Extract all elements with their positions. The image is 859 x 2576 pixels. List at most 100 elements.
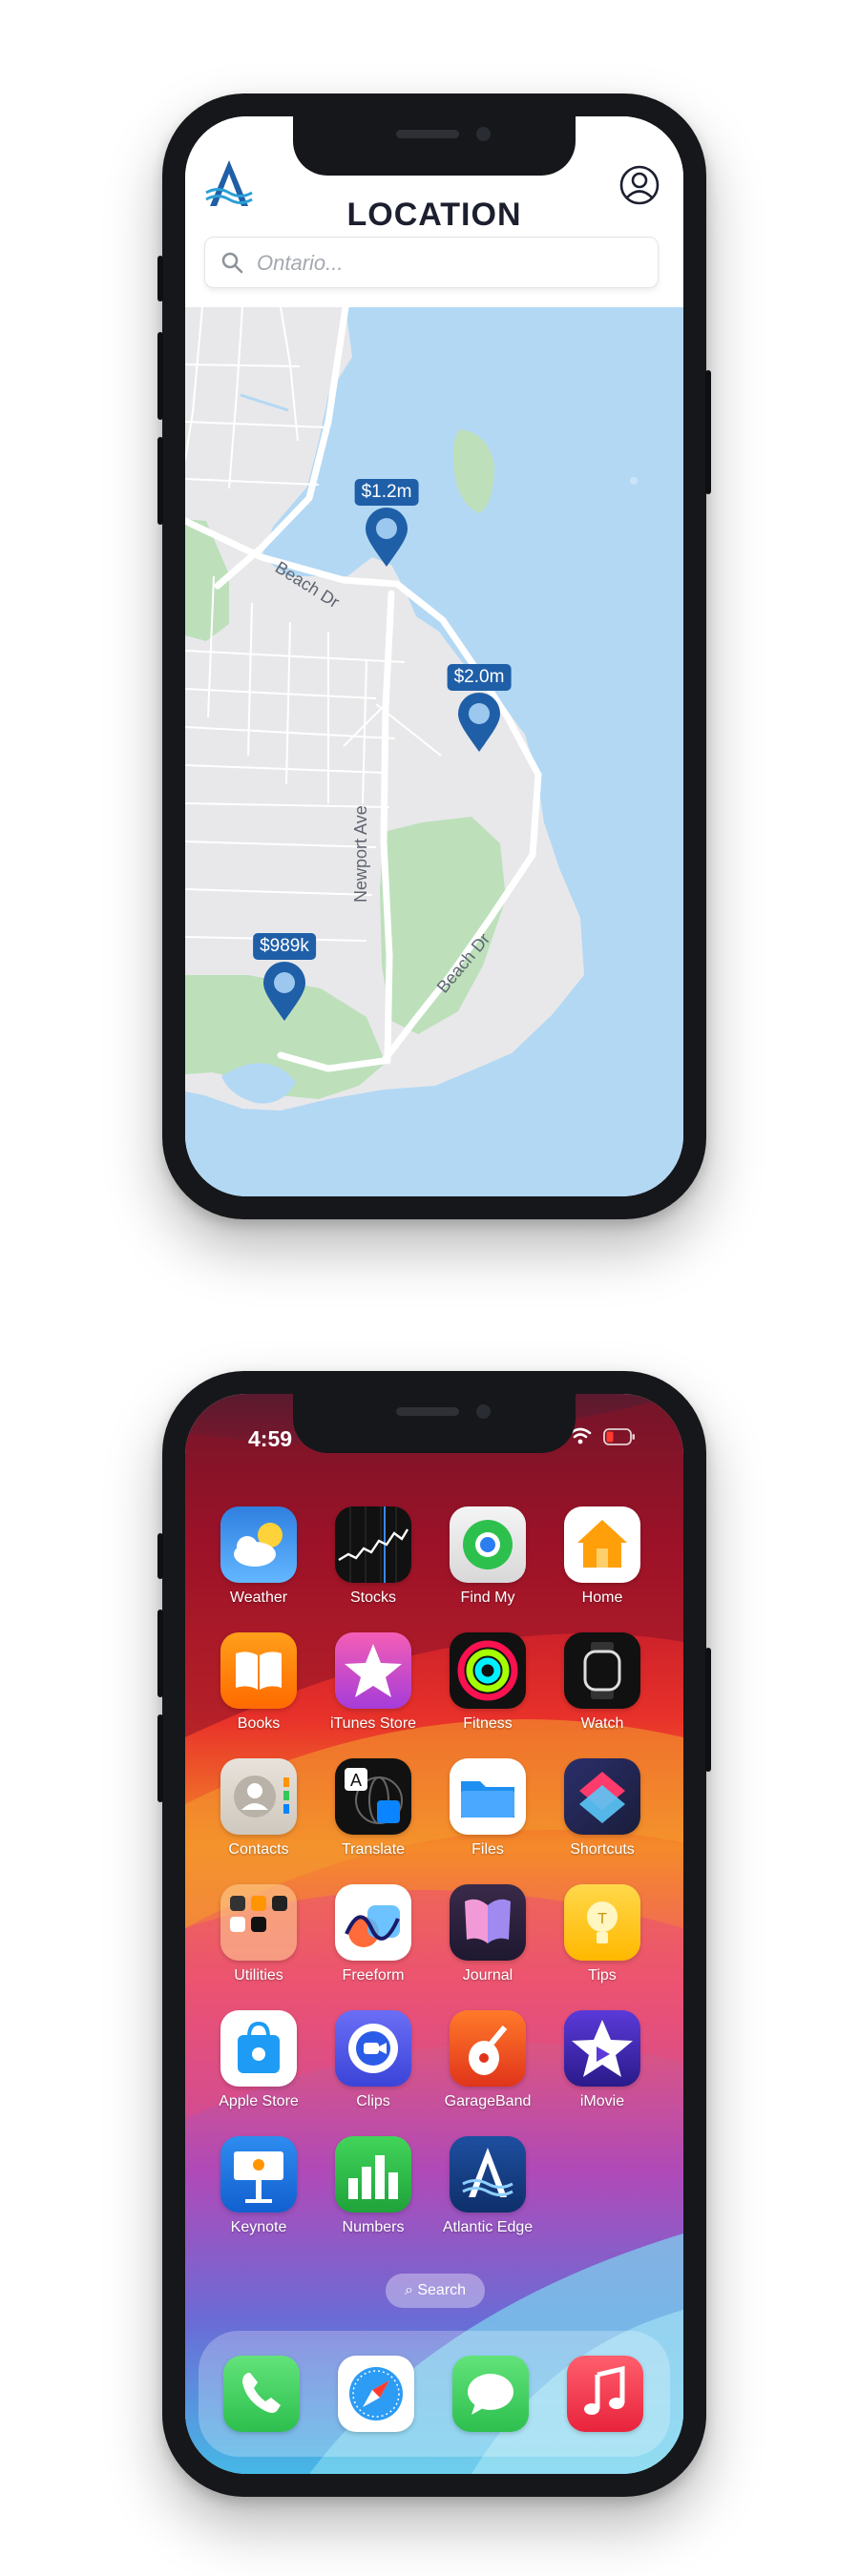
app-label: Apple Store [219, 2093, 299, 2109]
svg-text:T: T [597, 1911, 607, 1927]
map-view[interactable]: Beach Dr Newport Ave Beach Dr [185, 307, 683, 1196]
app-label: Translate [341, 1841, 406, 1858]
home-screen: 4:59 Weather Stocks Find My Home Books i… [185, 1394, 683, 2474]
notch [293, 1394, 576, 1453]
app-weather[interactable]: Weather [197, 1506, 321, 1607]
utilities-folder-icon [220, 1884, 297, 1961]
find-my-icon [450, 1506, 526, 1583]
app-apple-store[interactable]: Apple Store [197, 2010, 321, 2110]
app-fitness[interactable]: Fitness [426, 1632, 550, 1733]
app-label: Files [471, 1841, 504, 1858]
profile-icon[interactable] [618, 164, 660, 206]
app-label: Find My [460, 1589, 515, 1606]
app-label: iTunes Store [329, 1715, 417, 1732]
home-icon [564, 1506, 640, 1583]
app-label: iMovie [579, 2093, 625, 2109]
phone-mockup-map: LOCATION Ontario... Beach Dr Newport Ave… [157, 93, 711, 1219]
app-contacts[interactable]: Contacts [197, 1758, 321, 1859]
contacts-icon [220, 1758, 297, 1835]
watch-icon [564, 1632, 640, 1709]
app-label: Weather [229, 1589, 288, 1606]
svg-text:A: A [350, 1771, 362, 1790]
search-icon [221, 252, 243, 274]
translate-icon: A [335, 1758, 411, 1835]
clips-icon [335, 2010, 411, 2087]
app-label: Keynote [230, 2219, 287, 2235]
numbers-icon [335, 2136, 411, 2212]
app-label: Numbers [342, 2219, 405, 2235]
map-app-screen: LOCATION Ontario... Beach Dr Newport Ave… [185, 116, 683, 1196]
street-label-newport-ave: Newport Ave [351, 805, 370, 903]
safari-icon[interactable] [338, 2356, 414, 2432]
map-pin-icon[interactable] [262, 962, 307, 1023]
app-files[interactable]: Files [426, 1758, 550, 1859]
app-imovie[interactable]: iMovie [540, 2010, 664, 2110]
shortcuts-icon [564, 1758, 640, 1835]
apple-store-icon [220, 2010, 297, 2087]
app-label: Atlantic Edge [442, 2219, 534, 2235]
app-utilities[interactable]: Utilities [197, 1884, 321, 1984]
garageband-icon [450, 2010, 526, 2087]
music-icon[interactable] [567, 2356, 643, 2432]
freeform-icon [335, 1884, 411, 1961]
map-pin-icon[interactable] [364, 508, 409, 569]
messages-icon[interactable] [452, 2356, 529, 2432]
phone-mockup-home: 4:59 Weather Stocks Find My Home Books i… [157, 1371, 711, 2497]
itunes-store-icon [335, 1632, 411, 1709]
app-home[interactable]: Home [540, 1506, 664, 1607]
search-icon: ⌕ [404, 2282, 418, 2298]
app-garageband[interactable]: GarageBand [426, 2010, 550, 2110]
stocks-icon [335, 1506, 411, 1583]
journal-icon [450, 1884, 526, 1961]
listing-price-3[interactable]: $989k [253, 933, 316, 960]
app-label: Journal [462, 1967, 513, 1984]
app-keynote[interactable]: Keynote [197, 2136, 321, 2236]
app-clips[interactable]: Clips [311, 2010, 435, 2110]
notch [293, 116, 576, 176]
imovie-icon [564, 2010, 640, 2087]
app-numbers[interactable]: Numbers [311, 2136, 435, 2236]
dock [199, 2331, 670, 2457]
app-translate[interactable]: A Translate [311, 1758, 435, 1859]
app-label: Books [237, 1715, 281, 1732]
search-placeholder: Ontario... [257, 251, 344, 275]
fitness-icon [450, 1632, 526, 1709]
app-label: Fitness [463, 1715, 513, 1732]
page-title: LOCATION [346, 197, 522, 233]
listing-price-2[interactable]: $2.0m [447, 664, 512, 691]
app-label: Freeform [342, 1967, 405, 1984]
atlantic-edge-icon [450, 2136, 526, 2212]
app-label: Clips [356, 2093, 390, 2109]
location-search-input[interactable]: Ontario... [204, 237, 659, 288]
app-freeform[interactable]: Freeform [311, 1884, 435, 1984]
listing-price-1[interactable]: $1.2m [354, 479, 419, 506]
battery-icon [603, 1428, 635, 1445]
map-pin-icon[interactable] [456, 693, 502, 754]
weather-icon [220, 1506, 297, 1583]
app-label: Tips [588, 1967, 617, 1984]
search-pill-label: Search [417, 2282, 467, 2298]
files-icon [450, 1758, 526, 1835]
app-label: GarageBand [444, 2093, 532, 2109]
app-watch[interactable]: Watch [540, 1632, 664, 1733]
app-label: Contacts [228, 1841, 289, 1858]
app-label: Shortcuts [570, 1841, 635, 1858]
app-label: Stocks [349, 1589, 396, 1606]
app-journal[interactable]: Journal [426, 1884, 550, 1984]
app-books[interactable]: Books [197, 1632, 321, 1733]
app-itunes-store[interactable]: iTunes Store [311, 1632, 435, 1733]
app-find-my[interactable]: Find My [426, 1506, 550, 1607]
app-label: Home [581, 1589, 623, 1606]
tips-icon: T [564, 1884, 640, 1961]
app-stocks[interactable]: Stocks [311, 1506, 435, 1607]
books-icon [220, 1632, 297, 1709]
keynote-icon [220, 2136, 297, 2212]
phone-icon[interactable] [223, 2356, 300, 2432]
app-atlantic-edge[interactable]: Atlantic Edge [426, 2136, 550, 2236]
status-time: 4:59 [248, 1426, 293, 1451]
app-shortcuts[interactable]: Shortcuts [540, 1758, 664, 1859]
app-tips[interactable]: T Tips [540, 1884, 664, 1984]
app-label: Utilities [234, 1967, 283, 1984]
spotlight-search-button[interactable]: ⌕ Search [386, 2274, 485, 2308]
app-label: Watch [580, 1715, 624, 1732]
